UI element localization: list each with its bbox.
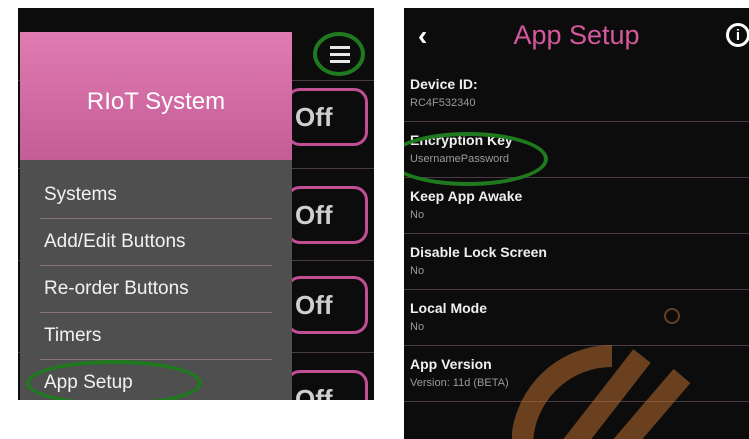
menu-item-label: Re-order Buttons — [44, 278, 189, 299]
menu-item-systems[interactable]: Systems — [40, 172, 272, 218]
app-setup-screenshot: ‹ App Setup i Device ID: RC4F532340 Encr… — [404, 8, 749, 439]
off-button[interactable]: Off — [286, 370, 368, 400]
off-button[interactable]: Off — [286, 88, 368, 146]
menu-item-label: Add/Edit Buttons — [44, 231, 186, 252]
menu-item-timers[interactable]: Timers — [40, 313, 272, 359]
setting-value: No — [410, 265, 425, 277]
hamburger-menu-icon[interactable] — [313, 32, 365, 76]
setting-title: App Version — [410, 356, 492, 372]
menu-item-add-edit-buttons[interactable]: Add/Edit Buttons — [40, 219, 272, 265]
off-button[interactable]: Off — [286, 186, 368, 244]
drawer-title: RIoT System — [86, 88, 226, 115]
page-title: App Setup — [513, 20, 640, 50]
setting-title: Keep App Awake — [410, 188, 523, 204]
setting-value: Version: 11d (BETA) — [410, 377, 509, 389]
top-app-bar: ‹ App Setup i — [404, 8, 749, 66]
setting-value: No — [410, 209, 425, 221]
logo-watermark-icon — [512, 308, 691, 439]
nav-drawer-screenshot: Off Off Off Off RIoT System Systems Add/… — [18, 8, 374, 400]
off-button[interactable]: Off — [286, 276, 368, 334]
setting-title: Local Mode — [410, 300, 488, 316]
menu-item-label: Systems — [44, 184, 117, 205]
menu-item-label: Timers — [44, 325, 102, 346]
highlight-circle — [26, 360, 202, 400]
setting-disable-lock-screen[interactable]: Disable Lock Screen No — [404, 234, 749, 290]
menu-item-reorder-buttons[interactable]: Re-order Buttons — [40, 266, 272, 312]
setting-title: Device ID: — [410, 76, 478, 92]
setting-value: RC4F532340 — [410, 97, 476, 109]
setting-keep-app-awake[interactable]: Keep App Awake No — [404, 178, 749, 234]
setting-device-id[interactable]: Device ID: RC4F532340 — [404, 66, 749, 122]
setting-title: Disable Lock Screen — [410, 244, 547, 260]
info-icon[interactable]: i — [726, 23, 749, 47]
setting-value: No — [410, 321, 425, 333]
drawer-header: RIoT System — [20, 32, 292, 160]
